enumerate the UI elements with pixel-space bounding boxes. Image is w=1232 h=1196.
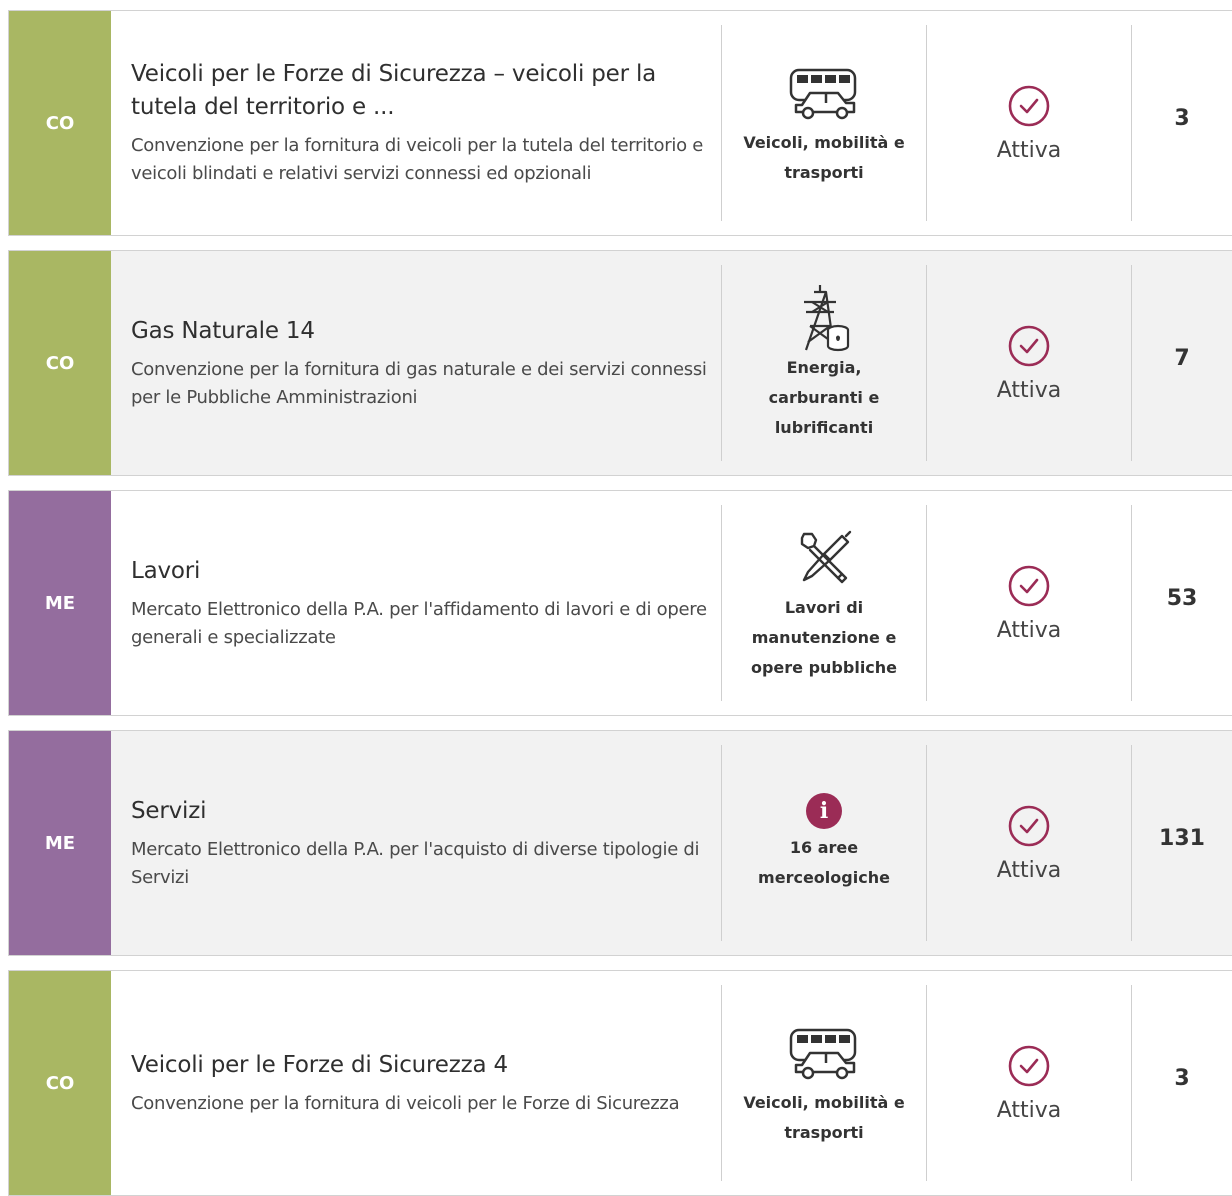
initiative-description: Servizi Mercato Elettronico della P.A. p… [111, 731, 721, 955]
category-label: Energia, carburanti e lubrificanti [768, 358, 880, 437]
status-cell: Attiva [926, 25, 1131, 221]
initiative-row[interactable]: ME Lavori Mercato Elettronico della P.A.… [8, 490, 1232, 716]
category-label: Veicoli, mobilità e trasporti [743, 133, 905, 182]
type-badge: ME [9, 731, 111, 955]
initiative-description: Gas Naturale 14 Convenzione per la forni… [111, 251, 721, 475]
check-circle-icon [1008, 85, 1050, 126]
status-label: Attiva [996, 377, 1062, 403]
category-cell: Energia, carburanti e lubrificanti [721, 265, 926, 461]
category-cell: Veicoli, mobilità e trasporti [721, 25, 926, 221]
initiative-subtitle: Mercato Elettronico della P.A. per l'aff… [131, 598, 707, 648]
category-label: Veicoli, mobilità e trasporti [743, 1093, 905, 1142]
initiative-row[interactable]: ME Servizi Mercato Elettronico della P.A… [8, 730, 1232, 956]
status-cell: Attiva [926, 505, 1131, 701]
initiative-subtitle: Convenzione per la fornitura di veicoli … [131, 1092, 680, 1114]
check-circle-icon [1008, 805, 1050, 846]
initiative-row[interactable]: CO Gas Naturale 14 Convenzione per la fo… [8, 250, 1232, 476]
wrench-screwdriver-icon [794, 523, 854, 593]
initiative-row[interactable]: CO Veicoli per le Forze di Sicurezza – v… [8, 10, 1232, 236]
type-badge: CO [9, 251, 111, 475]
initiative-title[interactable]: Lavori [131, 555, 707, 588]
status-cell: Attiva [926, 745, 1131, 941]
type-badge: CO [9, 971, 111, 1195]
category-cell: i 16 aree merceologiche [721, 745, 926, 941]
count-value: 7 [1131, 265, 1232, 461]
status-cell: Attiva [926, 985, 1131, 1181]
initiative-title[interactable]: Veicoli per le Forze di Sicurezza – veic… [131, 58, 707, 124]
initiative-title[interactable]: Veicoli per le Forze di Sicurezza 4 [131, 1049, 707, 1082]
initiative-description: Veicoli per le Forze di Sicurezza – veic… [111, 11, 721, 235]
category-cell: Lavori di manutenzione e opere pubbliche [721, 505, 926, 701]
status-cell: Attiva [926, 265, 1131, 461]
initiative-row[interactable]: CO Veicoli per le Forze di Sicurezza 4 C… [8, 970, 1232, 1196]
bus-car-icon [786, 58, 862, 128]
initiative-title[interactable]: Servizi [131, 795, 707, 828]
info-icon[interactable]: i [806, 793, 842, 829]
category-cell: Veicoli, mobilità e trasporti [721, 985, 926, 1181]
category-label: 16 aree merceologiche [758, 838, 890, 887]
status-label: Attiva [996, 857, 1062, 883]
bus-car-icon [786, 1018, 862, 1088]
status-label: Attiva [996, 1097, 1062, 1123]
check-circle-icon [1008, 565, 1050, 606]
count-value: 53 [1131, 505, 1232, 701]
count-value: 3 [1131, 25, 1232, 221]
category-label: Lavori di manutenzione e opere pubbliche [750, 598, 898, 677]
status-label: Attiva [996, 137, 1062, 163]
type-badge: CO [9, 11, 111, 235]
initiative-subtitle: Convenzione per la fornitura di gas natu… [131, 358, 707, 408]
initiative-description: Lavori Mercato Elettronico della P.A. pe… [111, 491, 721, 715]
count-value: 131 [1131, 745, 1232, 941]
count-value: 3 [1131, 985, 1232, 1181]
initiative-title[interactable]: Gas Naturale 14 [131, 315, 707, 348]
initiatives-list: CO Veicoli per le Forze di Sicurezza – v… [0, 0, 1232, 1196]
initiative-description: Veicoli per le Forze di Sicurezza 4 Conv… [111, 971, 721, 1195]
type-badge: ME [9, 491, 111, 715]
initiative-subtitle: Mercato Elettronico della P.A. per l'acq… [131, 838, 700, 888]
status-label: Attiva [996, 617, 1062, 643]
initiative-subtitle: Convenzione per la fornitura di veicoli … [131, 135, 703, 184]
power-pylon-barrel-icon [794, 283, 854, 353]
check-circle-icon [1008, 1045, 1050, 1086]
check-circle-icon [1008, 325, 1050, 366]
